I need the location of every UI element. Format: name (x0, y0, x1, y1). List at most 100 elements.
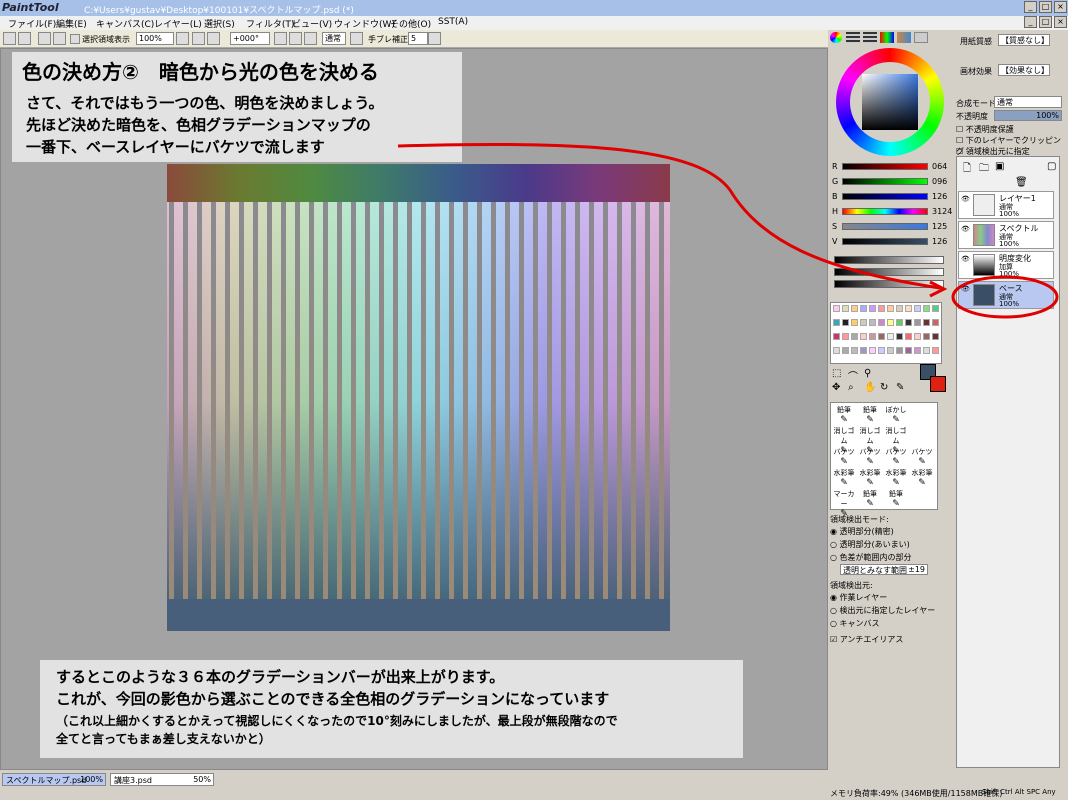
swatch-palette[interactable] (830, 302, 942, 364)
palette-swatch[interactable] (833, 347, 840, 354)
range-field[interactable]: 透明とみなす範囲 ±19 (840, 564, 928, 575)
effect-select[interactable]: 【効果なし】 (998, 64, 1050, 76)
palette-swatch[interactable] (923, 305, 930, 312)
sv-square[interactable] (862, 74, 918, 130)
eye-icon[interactable]: 👁 (961, 195, 970, 203)
zoom-out-button[interactable] (192, 32, 205, 45)
palette-swatch[interactable] (896, 305, 903, 312)
tool-button[interactable]: 水彩筆 ✎ (833, 468, 855, 488)
palette-swatch[interactable] (896, 319, 903, 326)
layer-item[interactable]: 👁 明度変化 加算 100% (958, 251, 1054, 279)
tool-button[interactable]: 鉛筆 ✎ (833, 405, 855, 425)
scratch-icon[interactable] (914, 32, 928, 43)
invert-button[interactable] (53, 32, 66, 45)
color-slider-g[interactable] (842, 178, 928, 185)
palette-swatch[interactable] (869, 347, 876, 354)
palette-swatch[interactable] (896, 347, 903, 354)
palette-swatch[interactable] (905, 319, 912, 326)
rotate-reset-button[interactable] (304, 32, 317, 45)
zoom-in-button[interactable] (207, 32, 220, 45)
folder-icon[interactable]: ▣ (995, 161, 1004, 172)
move-icon[interactable]: ✥ (832, 382, 840, 393)
tool-button[interactable]: バケツ ✎ (833, 447, 855, 467)
layer-item[interactable]: 👁 スペクトル 通常 100% (958, 221, 1054, 249)
mode-precise-radio[interactable]: ◉ 透明部分(精密) (830, 526, 894, 537)
canvas-artwork[interactable] (167, 164, 670, 631)
palette-swatch[interactable] (932, 305, 939, 312)
stabilizer-dropdown[interactable] (428, 32, 441, 45)
palette-swatch[interactable] (878, 319, 885, 326)
color-slider-b[interactable] (842, 193, 928, 200)
source-marked-radio[interactable]: ○ 検出元に指定したレイヤー (830, 605, 935, 616)
redo-button[interactable] (18, 32, 31, 45)
eye-icon[interactable]: 👁 (961, 285, 970, 293)
color-mode-icons[interactable] (830, 32, 950, 44)
rgb-slider-icon[interactable] (846, 32, 860, 43)
document-tab[interactable]: スペクトルマップ.psd 100% (2, 773, 106, 786)
menu-edit[interactable]: 編集(E) (56, 17, 87, 30)
tool-button[interactable]: 鉛筆 ✎ (885, 489, 907, 509)
magic-wand-icon[interactable]: ⚲ (864, 368, 871, 379)
palette-swatch[interactable] (914, 333, 921, 340)
mask-icon[interactable]: ▢ (1047, 161, 1056, 172)
stabilizer-field[interactable]: 5 (408, 32, 428, 45)
palette-swatch[interactable] (851, 319, 858, 326)
menu-canvas[interactable]: キャンバス(C) (96, 17, 154, 30)
doc-minimize-button[interactable]: _ (1024, 16, 1037, 28)
menu-layer[interactable]: レイヤー(L) (154, 17, 202, 30)
palette-swatch[interactable] (887, 305, 894, 312)
layer-item[interactable]: 👁 レイヤー1 通常 100% (958, 191, 1054, 219)
eyedropper-icon[interactable]: ✎ (896, 382, 904, 393)
hue-wheel[interactable] (836, 48, 944, 156)
palette-swatch[interactable] (869, 305, 876, 312)
hand-icon[interactable]: ✋ (864, 382, 876, 393)
hsv-slider-icon[interactable] (863, 32, 877, 43)
palette-swatch[interactable] (842, 305, 849, 312)
color-slider-v[interactable] (842, 238, 928, 245)
palette-swatch[interactable] (851, 347, 858, 354)
mode-fuzzy-radio[interactable]: ○ 透明部分(あいまい) (830, 539, 910, 550)
tool-button[interactable]: バケツ ✎ (859, 447, 881, 467)
deselect-button[interactable] (38, 32, 51, 45)
palette-swatch[interactable] (914, 305, 921, 312)
palette-swatch[interactable] (851, 333, 858, 340)
palette-swatch[interactable] (878, 333, 885, 340)
view-mode-field[interactable]: 通常 (322, 32, 346, 45)
selection-checkbox[interactable] (70, 34, 80, 44)
zoom-dropdown[interactable] (176, 32, 189, 45)
mixer-icon[interactable] (880, 32, 894, 43)
menu-sst[interactable]: SST(A) (438, 17, 468, 27)
doc-restore-button[interactable]: □ (1039, 16, 1052, 28)
tool-button[interactable]: 消しゴム ✎ (885, 426, 907, 456)
tool-button[interactable]: 水彩筆 ✎ (885, 468, 907, 488)
palette-swatch[interactable] (887, 347, 894, 354)
palette-swatch[interactable] (869, 319, 876, 326)
palette-swatch[interactable] (914, 347, 921, 354)
palette-swatch[interactable] (932, 347, 939, 354)
palette-swatch[interactable] (905, 333, 912, 340)
rotate-icon[interactable]: ↻ (880, 382, 888, 393)
minimize-button[interactable]: _ (1024, 1, 1037, 13)
menu-select[interactable]: 選択(S) (204, 17, 235, 30)
menu-view[interactable]: ビュー(V) (292, 17, 332, 30)
palette-swatch[interactable] (851, 305, 858, 312)
tool-button[interactable]: 消しゴム ✎ (833, 426, 855, 456)
palette-swatch[interactable] (842, 319, 849, 326)
palette-swatch[interactable] (905, 305, 912, 312)
palette-swatch[interactable] (833, 305, 840, 312)
palette-swatch[interactable] (860, 333, 867, 340)
paper-select[interactable]: 【質感なし】 (998, 34, 1050, 46)
opacity-slider[interactable]: 100% (994, 110, 1062, 121)
tool-button[interactable]: 水彩筆 ✎ (911, 468, 933, 488)
menu-window[interactable]: ウィンドウ(W) (334, 17, 395, 30)
source-layer-radio[interactable]: ◉ 作業レイヤー (830, 592, 887, 603)
value-bars[interactable] (834, 256, 944, 296)
lasso-icon[interactable]: ⌒ (848, 368, 858, 383)
palette-swatch[interactable] (923, 333, 930, 340)
blend-select[interactable]: 通常 (994, 96, 1062, 108)
delete-layer-icon[interactable]: 🗑 (1015, 177, 1028, 188)
tool-button[interactable]: バケツ ✎ (885, 447, 907, 467)
rotate-right-button[interactable] (289, 32, 302, 45)
palette-swatch[interactable] (842, 333, 849, 340)
color-slider-s[interactable] (842, 223, 928, 230)
